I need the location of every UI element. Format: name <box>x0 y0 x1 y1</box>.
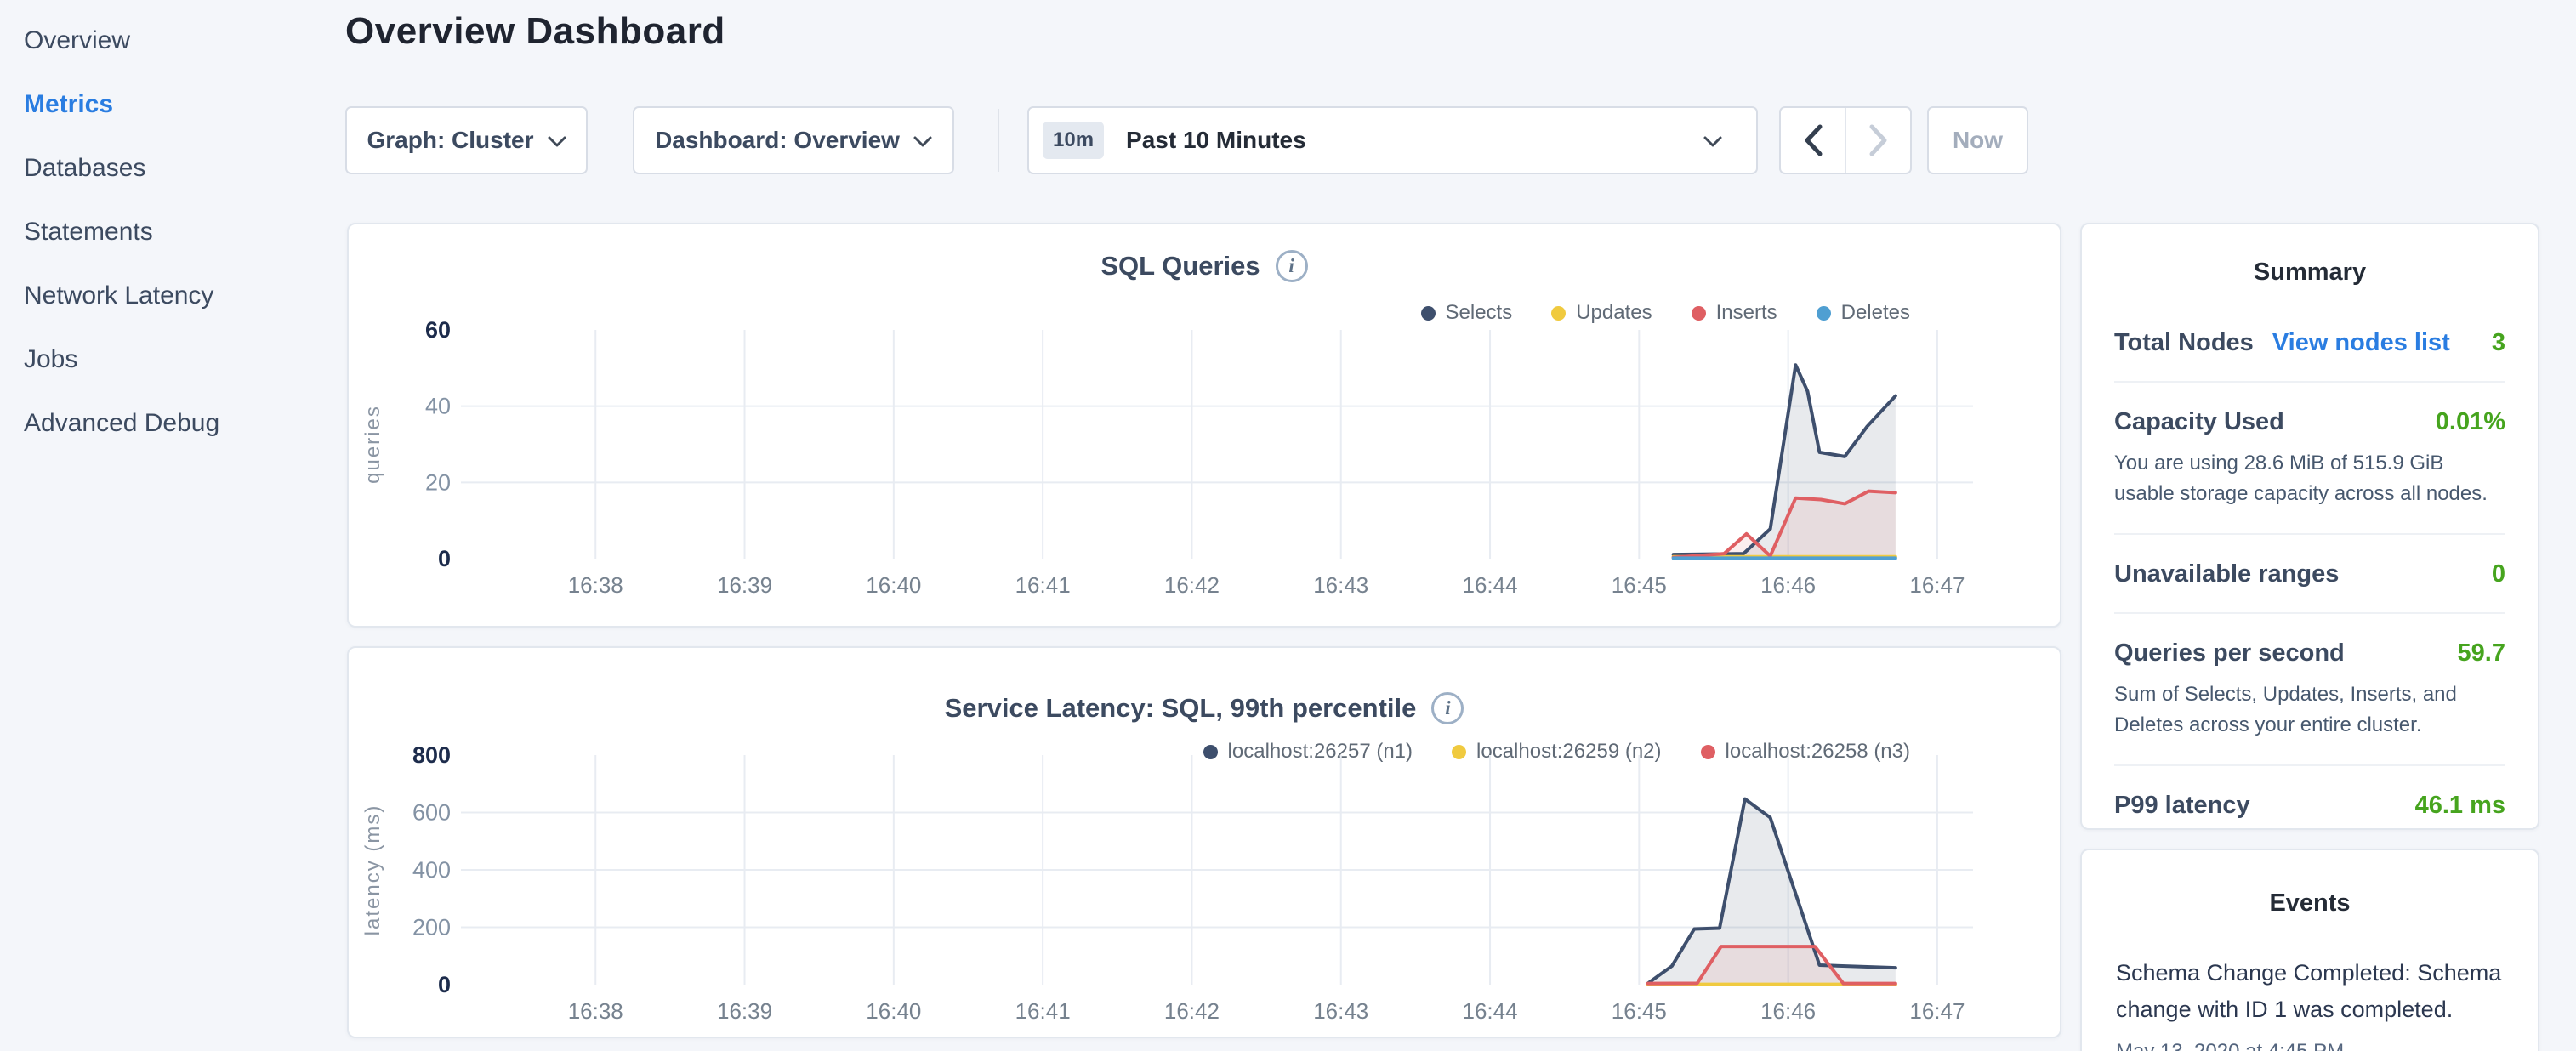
summary-metric-label: P99 latency <box>2114 792 2250 820</box>
legend-dot-icon <box>1421 306 1436 321</box>
legend-label: Updates <box>1576 301 1652 325</box>
legend-item: localhost:26259 (n2) <box>1452 740 1661 764</box>
next-time-window-button[interactable] <box>1846 108 1910 173</box>
sidebar-item-statements[interactable]: Statements <box>24 200 313 264</box>
legend-item: Inserts <box>1692 301 1777 325</box>
legend-item: Selects <box>1421 301 1513 325</box>
service-latency-chart-title: Service Latency: SQL, 99th percentile <box>945 693 1417 724</box>
legend-item: Updates <box>1551 301 1652 325</box>
legend-item: localhost:26257 (n1) <box>1203 740 1413 764</box>
summary-row: Queries per second 59.7 Sum of Selects, Up… <box>2114 612 2505 764</box>
sidebar-nav: OverviewMetricsDatabasesStatementsNetwor… <box>24 9 313 455</box>
summary-row: Unavailable ranges 0 <box>2114 533 2505 612</box>
legend-item: Deletes <box>1817 301 1910 325</box>
sql-queries-chart-title: SQL Queries <box>1100 251 1260 281</box>
sql-queries-panel: SQL Queries i Selects Updates Inserts Delet… <box>347 223 2061 628</box>
sidebar-item-overview[interactable]: Overview <box>24 9 313 72</box>
summary-metric-description: Sum of Selects, Updates, Inserts, and De… <box>2114 679 2505 741</box>
summary-panel: Summary Total Nodes View nodes list 3 Capac… <box>2080 223 2539 830</box>
summary-row: Capacity Used 0.01% You are using 28.6 MiB… <box>2114 381 2505 533</box>
previous-time-window-button[interactable] <box>1781 108 1846 173</box>
summary-metric-label: Queries per second <box>2114 639 2345 668</box>
summary-metric-description: You are using 28.6 MiB of 515.9 GiB usab… <box>2114 448 2505 509</box>
legend-dot-icon <box>1203 745 1218 759</box>
view-nodes-list-link[interactable]: View nodes list <box>2272 329 2450 357</box>
info-icon[interactable]: i <box>1431 692 1464 724</box>
event-list-item[interactable]: Schema Change Completed: Schema change w… <box>2116 955 2504 1051</box>
service-latency-panel: Service Latency: SQL, 99th percentile i … <box>347 646 2061 1038</box>
summary-metric-value: 0 <box>2492 560 2505 588</box>
legend-label: localhost:26257 (n1) <box>1228 740 1413 764</box>
graph-scope-dropdown[interactable]: Graph: Cluster <box>345 106 588 174</box>
summary-row: Total Nodes View nodes list 3 <box>2114 304 2505 381</box>
legend-dot-icon <box>1551 306 1566 321</box>
dashboard-dropdown-label: Dashboard: Overview <box>655 127 900 154</box>
time-range-dropdown[interactable]: 10m Past 10 Minutes <box>1027 106 1758 174</box>
event-timestamp: May 13, 2020 at 4:45 PM <box>2116 1040 2504 1051</box>
sidebar-item-jobs[interactable]: Jobs <box>24 327 313 391</box>
summary-title: Summary <box>2082 258 2538 287</box>
events-panel: Events Schema Change Completed: Schema c… <box>2080 849 2539 1051</box>
summary-metric-value: 3 <box>2492 329 2505 357</box>
time-window-pager <box>1779 106 1912 174</box>
info-icon[interactable]: i <box>1276 250 1308 282</box>
sidebar-item-metrics[interactable]: Metrics <box>24 72 313 136</box>
events-title: Events <box>2082 889 2538 917</box>
event-text: Schema Change Completed: Schema change w… <box>2116 955 2504 1028</box>
sql-queries-legend: Selects Updates Inserts Deletes <box>1421 301 1911 325</box>
time-range-label: Past 10 Minutes <box>1126 127 1306 154</box>
sidebar-item-network-latency[interactable]: Network Latency <box>24 264 313 327</box>
chevron-right-icon <box>1868 123 1890 157</box>
chevron-down-icon <box>1703 136 1722 148</box>
summary-metric-value: 59.7 <box>2458 639 2505 668</box>
legend-label: Inserts <box>1716 301 1777 325</box>
legend-dot-icon <box>1452 745 1466 759</box>
chevron-down-icon <box>913 136 932 148</box>
legend-label: Selects <box>1446 301 1513 325</box>
legend-item: localhost:26258 (n3) <box>1701 740 1910 764</box>
summary-metric-label: Capacity Used <box>2114 408 2284 436</box>
legend-label: localhost:26258 (n3) <box>1726 740 1910 764</box>
graph-scope-dropdown-label: Graph: Cluster <box>367 127 533 154</box>
summary-metric-label: Total Nodes <box>2114 329 2254 357</box>
legend-dot-icon <box>1701 745 1715 759</box>
chevron-left-icon <box>1802 123 1824 157</box>
sidebar-item-advanced-debug[interactable]: Advanced Debug <box>24 391 313 455</box>
page-title: Overview Dashboard <box>345 10 725 53</box>
summary-metric-value: 46.1 ms <box>2415 792 2505 820</box>
legend-dot-icon <box>1692 306 1706 321</box>
now-button[interactable]: Now <box>1927 106 2028 174</box>
service-latency-legend: localhost:26257 (n1) localhost:26259 (n2)… <box>1203 740 1910 764</box>
time-range-badge: 10m <box>1043 122 1104 159</box>
chevron-down-icon <box>548 136 566 148</box>
legend-dot-icon <box>1817 306 1831 321</box>
summary-metric-value: 0.01% <box>2436 408 2505 436</box>
sidebar-item-databases[interactable]: Databases <box>24 136 313 200</box>
toolbar-divider <box>998 109 999 172</box>
dashboard-dropdown[interactable]: Dashboard: Overview <box>633 106 954 174</box>
summary-metric-label: Unavailable ranges <box>2114 560 2339 588</box>
legend-label: localhost:26259 (n2) <box>1476 740 1661 764</box>
summary-row: P99 latency 46.1 ms <box>2114 764 2505 844</box>
legend-label: Deletes <box>1841 301 1910 325</box>
